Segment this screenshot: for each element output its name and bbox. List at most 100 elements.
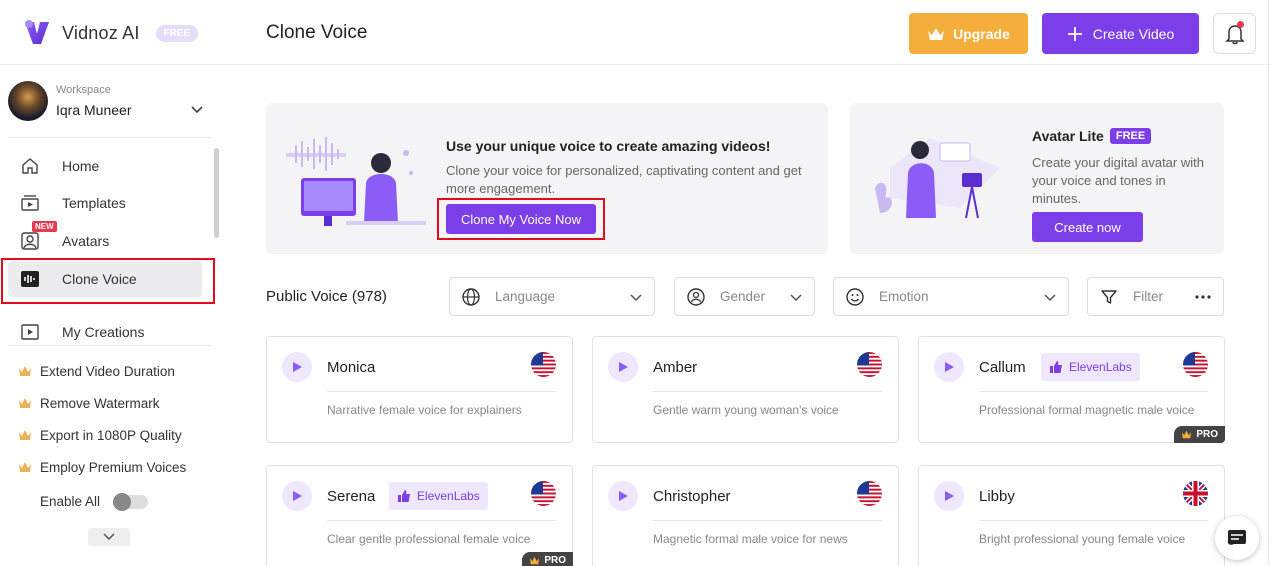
- pro-label: PRO: [1196, 429, 1218, 440]
- workspace-switcher[interactable]: Workspace Iqra Muneer: [6, 80, 212, 136]
- voice-card[interactable]: Serena ElevenLabs Clear gentle professiona…: [266, 465, 573, 566]
- provider-badge: ElevenLabs: [1041, 353, 1140, 381]
- sidebar-scrollbar[interactable]: [214, 148, 219, 238]
- play-icon: [19, 321, 41, 343]
- voice-card[interactable]: Callum ElevenLabs Professional formal magn…: [918, 336, 1225, 443]
- card-divider: [979, 520, 1208, 521]
- highlight-box: [1, 258, 215, 304]
- workspace-label: Workspace: [56, 84, 111, 96]
- voice-name: Callum: [979, 359, 1026, 376]
- play-button[interactable]: [934, 481, 964, 511]
- voice-illustration: [286, 137, 426, 226]
- provider-label: ElevenLabs: [1069, 360, 1132, 374]
- provider-label: ElevenLabs: [417, 489, 480, 503]
- plus-icon: [1067, 26, 1082, 41]
- free-badge: FREE: [1109, 128, 1152, 144]
- play-button[interactable]: [608, 481, 638, 511]
- perk-export-1080p[interactable]: Export in 1080P Quality: [18, 425, 182, 445]
- avatar-lite-title-row: Avatar Lite FREE: [1032, 128, 1152, 144]
- notifications-button[interactable]: [1213, 13, 1256, 54]
- sidebar-item-templates[interactable]: Templates: [8, 185, 202, 221]
- voice-name: Monica: [327, 359, 376, 376]
- language-dropdown[interactable]: Language: [449, 277, 655, 316]
- collapse-button[interactable]: [88, 528, 130, 546]
- sidebar-item-avatars[interactable]: NEW Avatars: [8, 221, 202, 259]
- upgrade-label: Upgrade: [953, 25, 1010, 42]
- play-button[interactable]: [282, 352, 312, 382]
- more-icon[interactable]: [1195, 295, 1211, 299]
- voice-card[interactable]: Libby Bright professional young female vo…: [918, 465, 1225, 566]
- thumbs-up-icon: [1050, 361, 1062, 373]
- right-edge-line: [1268, 0, 1269, 566]
- avatar-lite-banner: Avatar Lite FREE Create your digital ava…: [850, 103, 1224, 254]
- crown-icon: [928, 27, 945, 40]
- chevron-down-icon[interactable]: [190, 102, 204, 116]
- card-divider: [327, 520, 556, 521]
- app-name: Vidnoz AI: [62, 22, 140, 43]
- funnel-icon: [1101, 289, 1117, 304]
- play-icon: [293, 362, 302, 372]
- logo[interactable]: Vidnoz AI FREE: [22, 16, 199, 50]
- perk-remove-watermark[interactable]: Remove Watermark: [18, 393, 160, 413]
- play-button[interactable]: [934, 352, 964, 382]
- voice-description: Clear gentle professional female voice: [327, 532, 531, 546]
- home-icon: [19, 155, 41, 177]
- voice-description: Gentle warm young woman's voice: [653, 403, 839, 417]
- voice-card[interactable]: Monica Narrative female voice for explain…: [266, 336, 573, 443]
- voice-card[interactable]: Amber Gentle warm young woman's voice: [592, 336, 899, 443]
- language-placeholder: Language: [495, 289, 556, 304]
- clone-banner-description: Clone your voice for personalized, capti…: [446, 163, 802, 196]
- highlight-box: [437, 198, 605, 240]
- crown-icon: [19, 398, 31, 408]
- enable-all-row: Enable All: [40, 492, 149, 511]
- crown-icon: [19, 462, 31, 472]
- avatar: [8, 81, 48, 121]
- sidebar-item-label: Home: [62, 158, 100, 174]
- perk-extend-duration[interactable]: Extend Video Duration: [18, 361, 175, 381]
- gender-dropdown[interactable]: Gender: [674, 277, 815, 316]
- filter-button[interactable]: Filter: [1087, 277, 1224, 316]
- enable-all-label: Enable All: [40, 494, 101, 509]
- perk-label: Employ Premium Voices: [40, 459, 187, 475]
- perk-label: Export in 1080P Quality: [40, 427, 182, 443]
- avatar-illustration: [875, 138, 1000, 219]
- card-divider: [653, 391, 882, 392]
- create-now-button[interactable]: Create now: [1032, 212, 1143, 242]
- sidebar-item-home[interactable]: Home: [8, 148, 202, 184]
- filter-placeholder: Filter: [1133, 289, 1163, 304]
- crown-icon: [19, 430, 31, 440]
- sidebar-item-label: My Creations: [62, 324, 145, 340]
- play-button[interactable]: [608, 352, 638, 382]
- perk-premium-voices[interactable]: Employ Premium Voices: [18, 457, 186, 477]
- card-divider: [327, 391, 556, 392]
- pro-badge: PRO: [522, 552, 573, 566]
- toggle-knob: [113, 492, 132, 511]
- globe-icon: [462, 287, 480, 306]
- pro-label: PRO: [544, 555, 566, 566]
- templates-icon: [19, 192, 41, 214]
- emotion-placeholder: Emotion: [879, 289, 929, 304]
- thumbs-up-icon: [398, 490, 410, 502]
- voice-name: Amber: [653, 359, 698, 376]
- play-button[interactable]: [282, 481, 312, 511]
- upgrade-button[interactable]: Upgrade: [909, 13, 1028, 54]
- divider: [8, 345, 210, 346]
- public-voice-title: Public Voice (978): [266, 288, 387, 305]
- enable-all-toggle[interactable]: [113, 492, 149, 511]
- page-title: Clone Voice: [266, 22, 368, 43]
- voice-card[interactable]: Christopher Magnetic formal male voice fo…: [592, 465, 899, 566]
- chevron-down-icon: [103, 533, 115, 541]
- us-flag-icon: [531, 481, 556, 506]
- emotion-dropdown[interactable]: Emotion: [833, 277, 1069, 316]
- chat-icon: [1227, 530, 1246, 545]
- chat-button[interactable]: [1215, 516, 1259, 560]
- voice-name: Christopher: [653, 488, 731, 505]
- create-video-button[interactable]: Create Video: [1042, 13, 1199, 54]
- workspace-name: Iqra Muneer: [56, 102, 132, 118]
- notification-dot: [1237, 21, 1244, 28]
- avatar-lite-title: Avatar Lite: [1032, 128, 1104, 144]
- plan-badge: FREE: [155, 24, 199, 42]
- smiley-icon: [846, 287, 864, 306]
- play-icon: [619, 491, 628, 501]
- avatar-lite-description: Create your digital avatar with your voi…: [1032, 155, 1204, 206]
